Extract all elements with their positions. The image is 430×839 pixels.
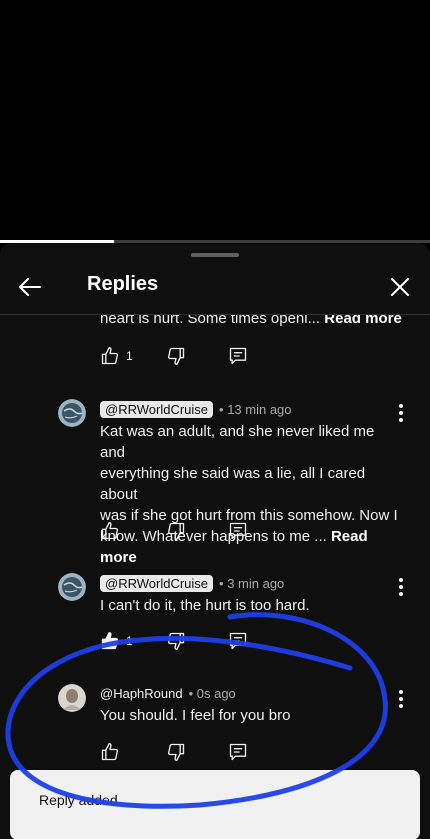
reply-button[interactable] [228, 629, 248, 653]
author-handle[interactable]: @RRWorldCruise [100, 400, 214, 418]
comment-time: • 3 min ago [219, 575, 285, 591]
drag-handle[interactable] [191, 253, 239, 257]
comment-text: I can't do it, the hurt is too hard. [100, 597, 310, 614]
replies-sheet: Replies heart is hurt. Some times openi.… [0, 243, 430, 839]
dislike-button[interactable] [166, 344, 186, 368]
comment-actions: 1 [100, 629, 260, 653]
dislike-button[interactable] [166, 519, 186, 543]
thumbs-up-icon [101, 522, 119, 540]
reply-button[interactable] [228, 740, 248, 764]
comment-line: everything she said was a lie, all I car… [100, 465, 366, 503]
snackbar-toast: Reply added [10, 770, 420, 839]
author-handle[interactable]: @RRWorldCruise [100, 574, 214, 592]
reply-icon [229, 743, 247, 761]
thumbs-down-icon [167, 522, 185, 540]
reply-icon [229, 347, 247, 365]
like-button[interactable]: 1 [100, 629, 133, 653]
like-button[interactable] [100, 740, 126, 764]
thumbs-down-icon [167, 632, 185, 650]
comment-time: • 13 min ago [219, 401, 292, 417]
comment-meta: @RRWorldCruise • 3 min ago [100, 572, 284, 594]
thumbs-up-icon [101, 743, 119, 761]
read-more-link[interactable]: Read more [324, 315, 402, 327]
dislike-button[interactable] [166, 740, 186, 764]
comment-actions [100, 519, 260, 543]
thumbs-down-icon [167, 347, 185, 365]
back-button[interactable] [14, 271, 46, 303]
reply-icon [229, 632, 247, 650]
replies-list[interactable]: heart is hurt. Some times openi... Read … [0, 315, 430, 839]
reply-button[interactable] [228, 344, 248, 368]
reply-icon [229, 522, 247, 540]
globe-avatar-icon [58, 399, 86, 427]
comment-actions [100, 740, 260, 764]
comment-time: • 0s ago [188, 685, 236, 701]
thumbs-down-icon [167, 743, 185, 761]
like-button[interactable]: 1 [100, 344, 133, 368]
previous-comment-tail: heart is hurt. Some times openi... [100, 315, 321, 327]
avatar[interactable] [58, 573, 86, 601]
previous-comment-text: heart is hurt. Some times openi... Read … [100, 315, 402, 331]
close-button[interactable] [384, 271, 416, 303]
avatar[interactable] [58, 684, 86, 712]
previous-comment-actions: 1 [100, 344, 260, 368]
close-icon [391, 278, 409, 296]
comment-meta: @HaphRound • 0s ago [100, 682, 236, 704]
toast-message: Reply added [39, 792, 118, 808]
comment-text: Kat was an adult, and she never liked me… [100, 421, 400, 568]
page-title: Replies [87, 273, 159, 295]
video-player[interactable] [0, 0, 430, 240]
thumbs-up-icon [101, 347, 119, 365]
like-button[interactable] [100, 519, 126, 543]
reply-button[interactable] [228, 519, 248, 543]
globe-avatar-icon [58, 573, 86, 601]
comment-meta: @RRWorldCruise • 13 min ago [100, 398, 292, 420]
replies-header: Replies [0, 265, 430, 315]
user-avatar-icon [58, 684, 86, 712]
comment-text: You should. I feel for you bro [100, 707, 291, 724]
like-count: 1 [126, 634, 133, 648]
author-handle[interactable]: @HaphRound [100, 686, 183, 701]
dislike-button[interactable] [166, 629, 186, 653]
thumbs-up-icon [101, 632, 119, 650]
back-arrow-icon [19, 278, 41, 296]
avatar[interactable] [58, 399, 86, 427]
like-count: 1 [126, 349, 133, 363]
comment-line: Kat was an adult, and she never liked me… [100, 423, 375, 461]
